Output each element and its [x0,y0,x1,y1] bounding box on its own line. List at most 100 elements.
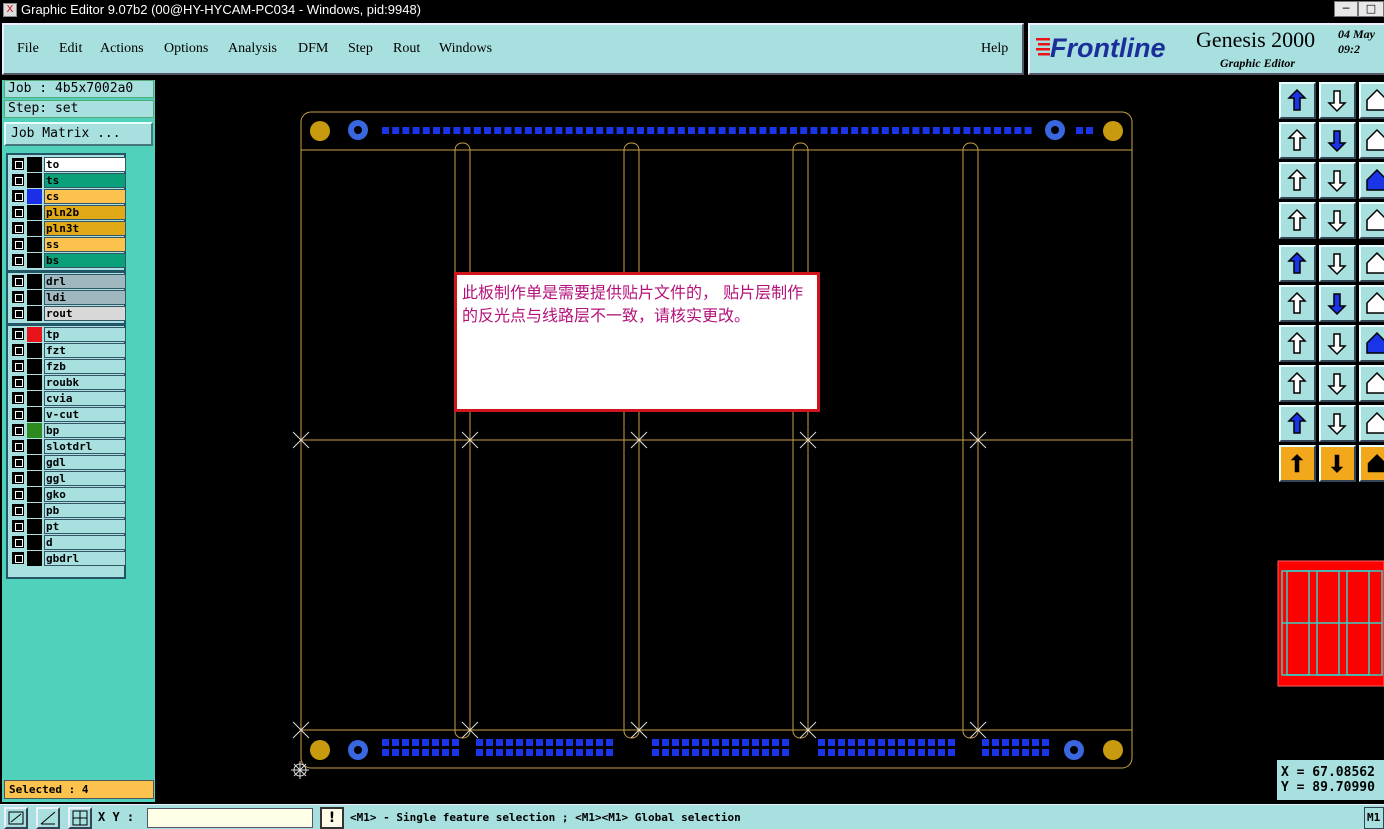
layer-color-swatch[interactable] [27,327,42,342]
layer-checkbox[interactable] [12,254,24,266]
layer-row[interactable]: ggl [10,471,126,486]
layer-checkbox[interactable] [12,360,24,372]
layer-name[interactable]: ggl [44,471,126,486]
layer-checkbox[interactable] [12,520,24,532]
layer-color-swatch[interactable] [27,503,42,518]
layer-name[interactable]: bp [44,423,126,438]
layer-checkbox[interactable] [12,440,24,452]
layer-name[interactable]: gko [44,487,126,502]
layer-row[interactable]: cs [10,189,126,204]
measure-button[interactable] [36,807,60,829]
menu-dfm[interactable]: DFM [298,41,328,57]
layer-name[interactable]: ts [44,173,126,188]
layer-name[interactable]: tp [44,327,126,342]
layer-row[interactable]: roubk [10,375,126,390]
layer-color-swatch[interactable] [27,157,42,172]
layer-name[interactable]: v-cut [44,407,126,422]
arrow-left-button[interactable] [1279,122,1316,159]
layer-color-swatch[interactable] [27,253,42,268]
layer-checkbox[interactable] [12,275,24,287]
menu-windows[interactable]: Windows [439,41,492,57]
menu-step[interactable]: Step [348,41,373,57]
layer-color-swatch[interactable] [27,306,42,321]
layer-color-swatch[interactable] [27,471,42,486]
snap-button[interactable] [1359,202,1384,239]
shorten-button[interactable] [1319,365,1356,402]
layer-color-swatch[interactable] [27,535,42,550]
layer-checkbox[interactable] [12,174,24,186]
layer-name[interactable]: drl [44,274,126,289]
layer-row[interactable]: bs [10,253,126,268]
layer-row[interactable]: pb [10,503,126,518]
triangle-line-button[interactable] [1319,405,1356,442]
layer-row[interactable]: bp [10,423,126,438]
layer-name[interactable]: pt [44,519,126,534]
pointer-button[interactable] [1279,445,1316,482]
minimize-button[interactable]: ─ [1334,1,1358,17]
layer-color-swatch[interactable] [27,455,42,470]
layer-checkbox[interactable] [12,328,24,340]
layer-color-swatch[interactable] [27,391,42,406]
layer-name[interactable]: fzt [44,343,126,358]
layer-name[interactable]: rout [44,306,126,321]
layer-checkbox[interactable] [12,408,24,420]
home-button[interactable] [1359,82,1384,119]
layer-color-swatch[interactable] [27,173,42,188]
arrow-right-button[interactable] [1319,122,1356,159]
layer-name[interactable]: pln3t [44,221,126,236]
layer-row[interactable]: fzb [10,359,126,374]
layer-color-swatch[interactable] [27,237,42,252]
alert-icon[interactable]: ! [320,807,344,829]
triangle-select-button[interactable] [1359,405,1384,442]
layer-checkbox[interactable] [12,206,24,218]
layer-row[interactable]: ldi [10,290,126,305]
layer-row[interactable]: pln3t [10,221,126,236]
layer-color-swatch[interactable] [27,439,42,454]
maximize-button[interactable]: □ [1358,1,1384,17]
layer-row[interactable]: gdl [10,455,126,470]
layer-name[interactable]: d [44,535,126,550]
delete-button[interactable] [1319,285,1356,322]
arc-button[interactable] [1359,325,1384,362]
settings-button[interactable] [1279,202,1316,239]
layer-checkbox[interactable] [12,376,24,388]
layer-name[interactable]: ldi [44,290,126,305]
layer-name[interactable]: fzb [44,359,126,374]
layer-name[interactable]: gbdrl [44,551,126,566]
layer-row[interactable]: ss [10,237,126,252]
measure-pointer-button[interactable] [1359,445,1384,482]
layer-row[interactable]: to [10,157,126,172]
menu-help[interactable]: Help [981,41,1008,57]
layer-row[interactable]: tp [10,327,126,342]
triangle-button[interactable] [1279,405,1316,442]
layer-color-swatch[interactable] [27,375,42,390]
layer-checkbox[interactable] [12,456,24,468]
layer-color-swatch[interactable] [27,290,42,305]
menu-file[interactable]: File [17,41,39,57]
layer-color-swatch[interactable] [27,407,42,422]
layer-color-swatch[interactable] [27,519,42,534]
layer-color-swatch[interactable] [27,343,42,358]
angle-button[interactable] [1279,325,1316,362]
layer-checkbox[interactable] [12,238,24,250]
layer-name[interactable]: bs [44,253,126,268]
graphic-canvas[interactable]: 此板制作单是需要提供贴片文件的， 贴片层制作的反光点与线路层不一致，请核实更改。 [157,80,1277,802]
menu-rout[interactable]: Rout [393,41,420,57]
layer-name[interactable]: to [44,157,126,172]
layer-name[interactable]: ss [44,237,126,252]
layer-checkbox[interactable] [12,536,24,548]
layer-color-swatch[interactable] [27,551,42,566]
layer-checkbox[interactable] [12,158,24,170]
arrow-down-button[interactable] [1319,82,1356,119]
layer-name[interactable]: slotdrl [44,439,126,454]
grid-button[interactable] [1319,202,1356,239]
layer-color-swatch[interactable] [27,205,42,220]
layer-row[interactable]: fzt [10,343,126,358]
menu-options[interactable]: Options [164,41,208,57]
layer-color-swatch[interactable] [27,221,42,236]
menu-analysis[interactable]: Analysis [228,41,277,57]
layer-checkbox[interactable] [12,504,24,516]
layer-name[interactable]: gdl [44,455,126,470]
add-pad-button[interactable] [1279,245,1316,282]
ruler-button[interactable] [1359,245,1384,282]
